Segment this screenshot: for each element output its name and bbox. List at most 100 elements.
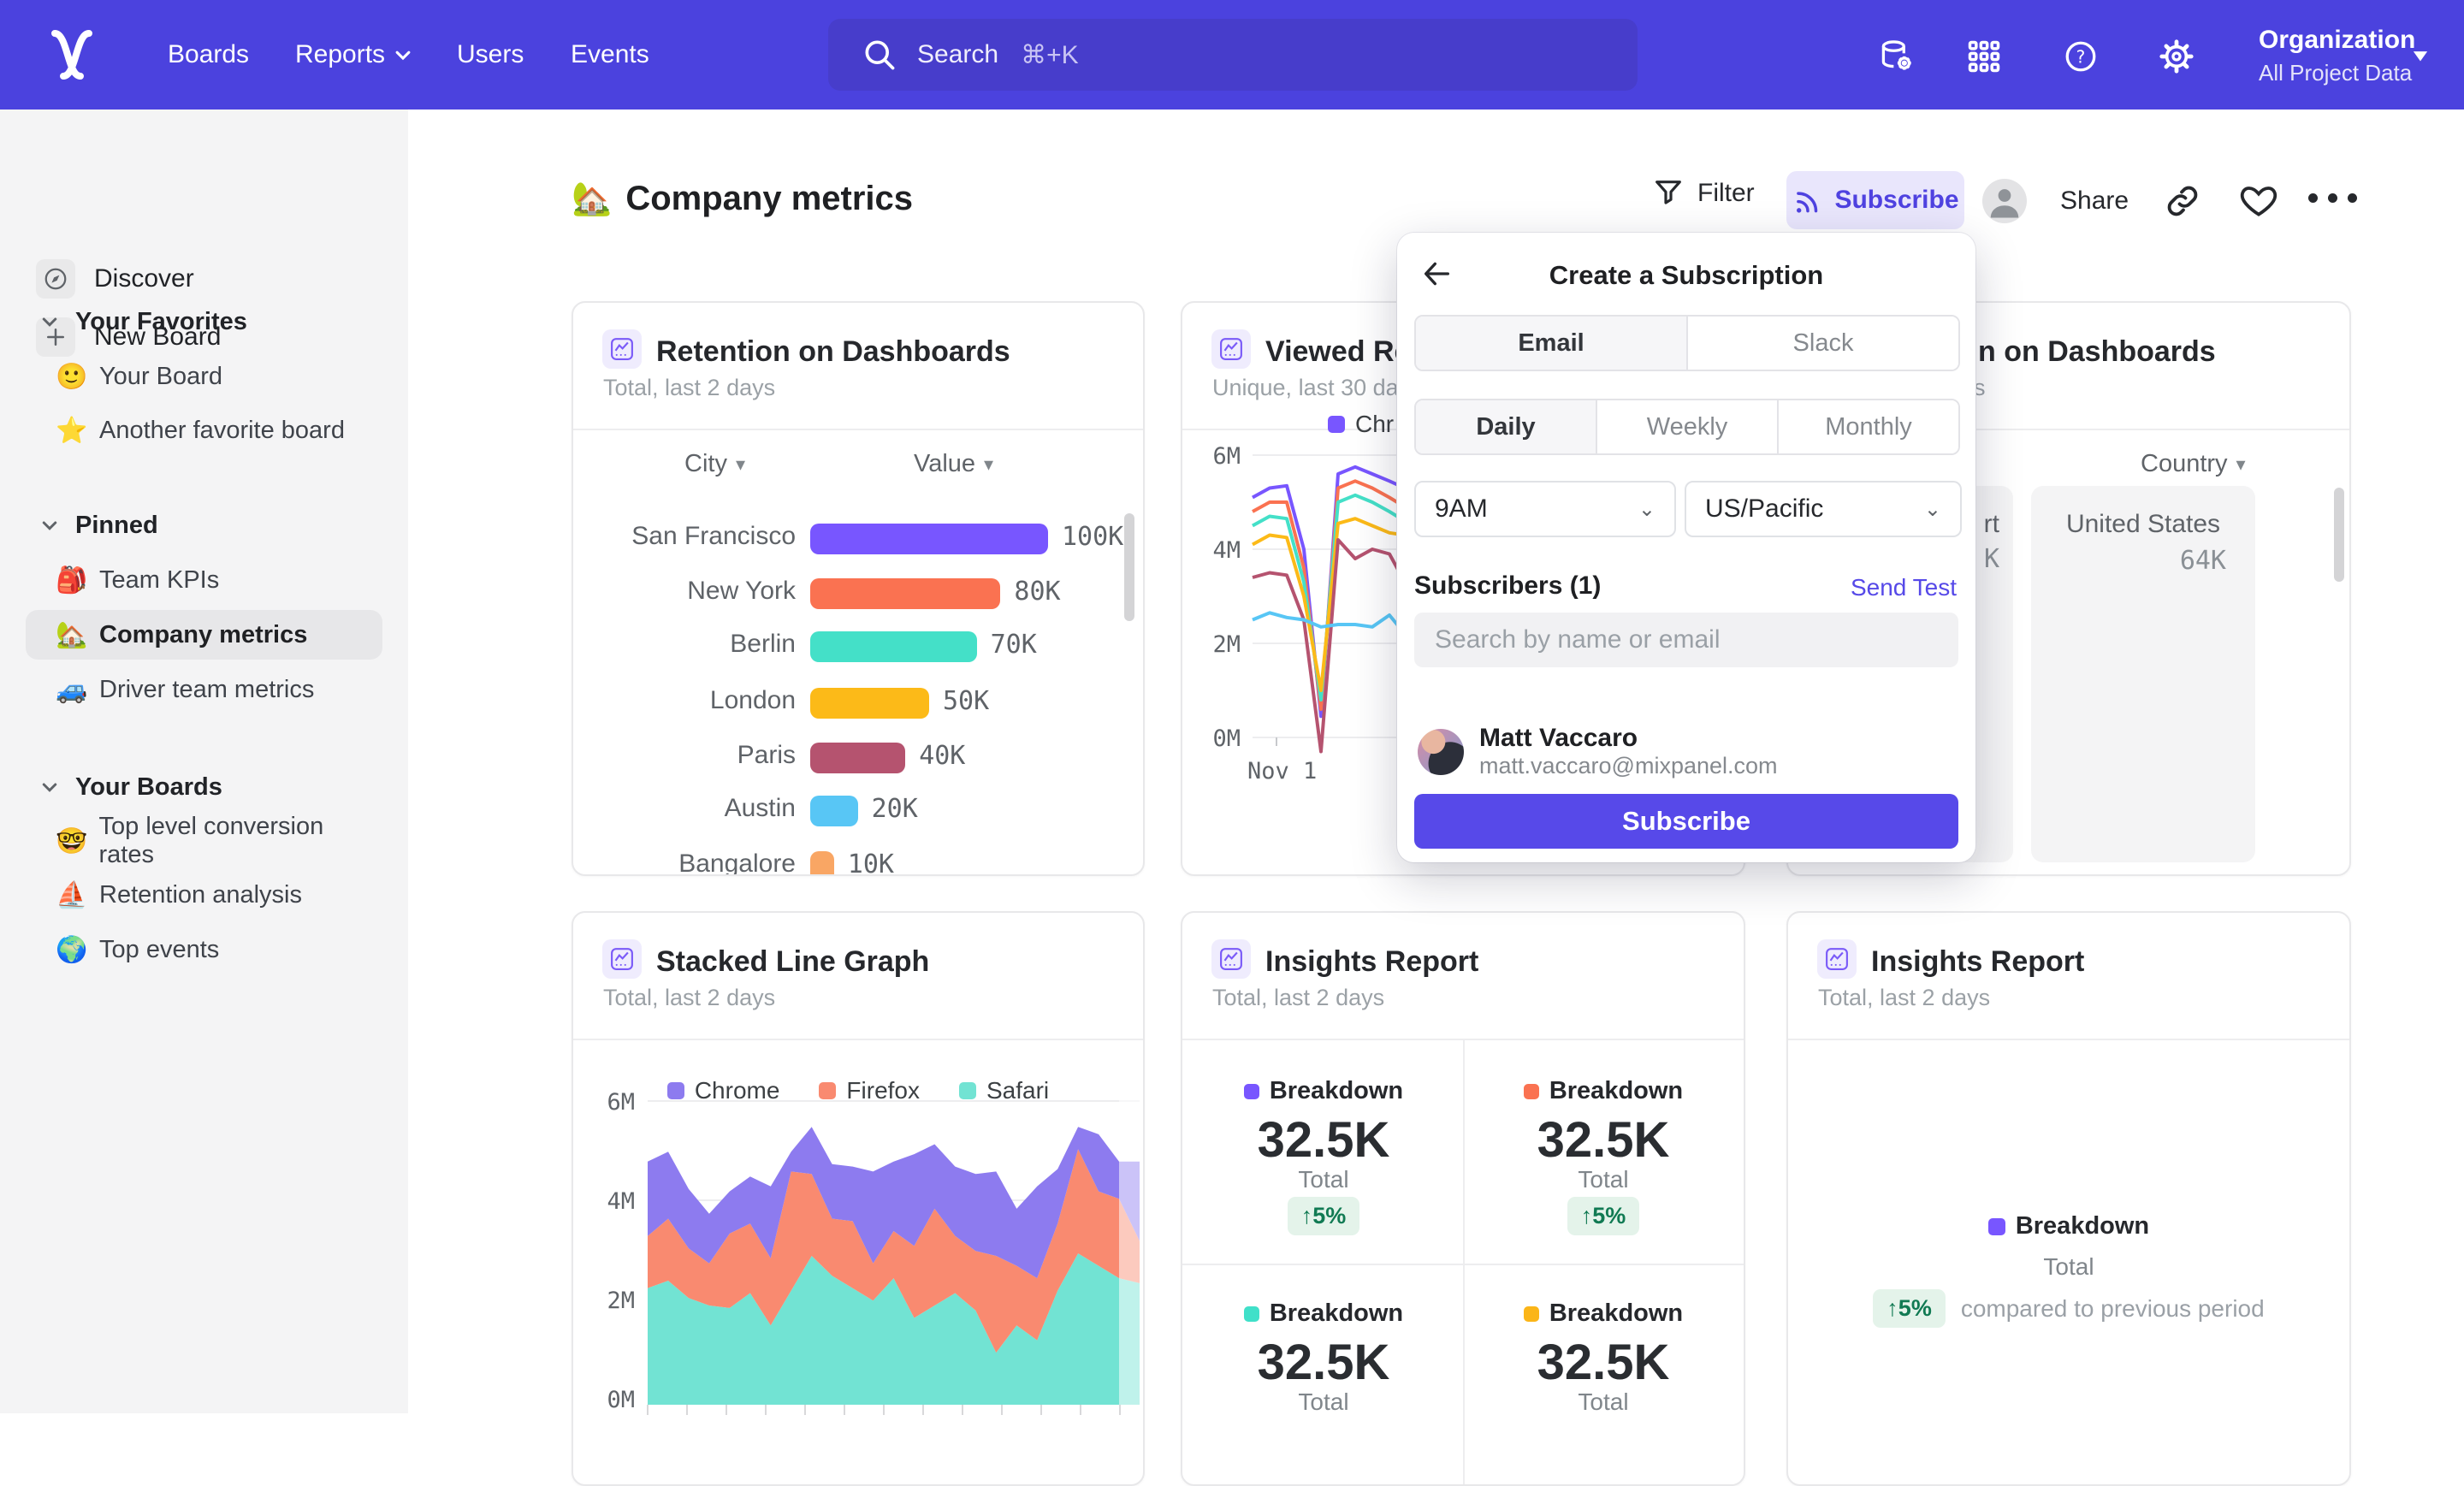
card-title: Retention on Dashboards (656, 335, 1010, 369)
settings-gear-icon[interactable] (2158, 38, 2195, 75)
favorite-heart-icon[interactable] (2238, 180, 2279, 225)
metric-value: 32.5K (1475, 1334, 1732, 1391)
bar (810, 688, 929, 719)
filter-button[interactable]: Filter (1651, 176, 1755, 210)
data-management-icon[interactable] (1878, 38, 1916, 75)
metric-legend: Breakdown (1475, 1300, 1732, 1328)
sidebar-section-your-boards[interactable]: Your Boards (39, 768, 222, 806)
bar-row-value: 10K (848, 850, 894, 876)
sidebar-item-another-favorite-board[interactable]: ⭐Another favorite board (26, 406, 382, 455)
x-axis-tick: Nov 1 (1247, 758, 1317, 784)
frequency-tabs: Daily Weekly Monthly (1414, 399, 1960, 455)
metric-legend: Breakdown (1195, 1077, 1452, 1105)
tab-email[interactable]: Email (1416, 317, 1686, 370)
filter-icon (1651, 176, 1685, 210)
share-button[interactable]: Share (2060, 186, 2129, 216)
card-stacked-line-graph: Stacked Line Graph Total, last 2 days Ch… (572, 911, 1145, 1486)
card-subtitle: Total, last 2 days (1212, 985, 1384, 1011)
org-switcher[interactable]: Organization All Project Data (2259, 26, 2415, 86)
sidebar-discover[interactable]: Discover (36, 253, 378, 305)
card-title: n on Dashboards (1978, 335, 2216, 369)
card-retention-dashboards: Retention on Dashboards Total, last 2 da… (572, 301, 1145, 876)
section-title: Your Favorites (75, 308, 247, 336)
mixpanel-logo[interactable] (46, 29, 98, 80)
board-emoji: 🏡 (53, 620, 91, 650)
tab-weekly[interactable]: Weekly (1596, 400, 1777, 453)
column-sort-city[interactable]: City▾ (684, 450, 745, 478)
tab-slack[interactable]: Slack (1686, 317, 1958, 370)
subscriber-email: matt.vaccaro@mixpanel.com (1479, 753, 1778, 779)
help-icon[interactable]: ? (2062, 38, 2100, 75)
column-sort-value[interactable]: Value▾ (914, 450, 993, 478)
rss-icon (1792, 184, 1824, 216)
sidebar-item-company-metrics[interactable]: 🏡 Company metrics (26, 610, 382, 660)
bar-row-value: 20K (872, 794, 918, 824)
search-shortcut: ⌘+K (1021, 40, 1079, 70)
nav-item-users[interactable]: Users (457, 0, 524, 110)
metric-unit: Total (1475, 1166, 1732, 1193)
card-subtitle: Total, last 2 days (603, 375, 775, 401)
card-subtitle: Total, last 2 days (1818, 985, 1990, 1011)
sidebar-item-retention-analysis[interactable]: ⛵Retention analysis (26, 870, 382, 920)
bar-row-city: Bangalore (590, 850, 796, 876)
org-caret-icon (2409, 44, 2431, 71)
search-input[interactable]: Search ⌘+K (828, 19, 1638, 91)
bar-row-value: 70K (991, 630, 1037, 660)
modal-subscribe-button[interactable]: Subscribe (1414, 794, 1958, 849)
column-sort-country[interactable]: Country▾ (2141, 450, 2246, 478)
subscribers-label: Subscribers (1) (1414, 571, 1601, 601)
tile-united-states[interactable]: United States 64K (2031, 486, 2255, 862)
tab-monthly[interactable]: Monthly (1777, 400, 1958, 453)
section-title: Pinned (75, 512, 158, 540)
card-insights-single: Insights Report Total, last 2 days Break… (1786, 911, 2351, 1486)
board-emoji: 🙂 (53, 362, 91, 392)
sidebar-section-your-favorites[interactable]: Your Favorites (39, 303, 247, 340)
subscriber-search-input[interactable] (1414, 613, 1958, 667)
apps-grid-icon[interactable] (1965, 38, 2003, 75)
board-emoji: 🌍 (53, 935, 91, 965)
delta-note: compared to previous period (1961, 1295, 2265, 1323)
scrollbar[interactable] (2334, 488, 2344, 582)
sidebar-item-label: Company metrics (99, 621, 307, 649)
sidebar-item-team-kpis[interactable]: 🎒Team KPIs (26, 555, 382, 605)
chevron-down-icon (394, 45, 412, 64)
metric-label: Breakdown (1549, 1077, 1683, 1105)
metric-delta-row: ↑5% compared to previous period (1788, 1289, 2349, 1328)
more-options-icon[interactable] (2308, 193, 2357, 203)
create-subscription-modal: Create a Subscription Email Slack Daily … (1397, 233, 1975, 862)
card-subtitle: s (1974, 375, 1986, 401)
nav-item-reports[interactable]: Reports (295, 0, 412, 110)
tab-daily[interactable]: Daily (1416, 400, 1596, 453)
stacked-area-chart (573, 913, 1143, 1484)
legend-swatch (1524, 1084, 1539, 1099)
sidebar-item-label: Your Board (99, 363, 222, 391)
subscribe-button[interactable]: Subscribe (1786, 171, 1964, 229)
metric-legend: Breakdown (1475, 1077, 1732, 1105)
copy-link-icon[interactable] (2163, 181, 2202, 225)
metric-label: Breakdown (1270, 1077, 1403, 1105)
sidebar-item-label: Another favorite board (99, 417, 345, 445)
bar (810, 631, 977, 662)
scrollbar[interactable] (1124, 513, 1134, 621)
sidebar-item-label: Retention analysis (99, 881, 302, 909)
send-test-link[interactable]: Send Test (1851, 574, 1957, 601)
timezone-select[interactable]: US/Pacific⌄ (1685, 481, 1962, 537)
page-title: Company metrics (625, 180, 913, 218)
sidebar-section-pinned[interactable]: Pinned (39, 506, 158, 544)
legend-swatch (1244, 1306, 1259, 1322)
avatar[interactable] (1982, 179, 2027, 223)
time-select[interactable]: 9AM⌄ (1414, 481, 1676, 537)
sidebar-item-top-events[interactable]: 🌍 Top events (26, 925, 382, 974)
compass-icon (36, 259, 75, 299)
sidebar-item-top-level-conversion-rates[interactable]: 🤓Top level conversion rates (26, 816, 382, 866)
channel-tabs: Email Slack (1414, 315, 1960, 371)
nav-item-boards[interactable]: Boards (168, 0, 249, 110)
search-placeholder: Search (917, 40, 998, 69)
nav-item-events[interactable]: Events (571, 0, 649, 110)
sidebar-item-label: Top events (99, 936, 219, 964)
section-title: Your Boards (75, 773, 222, 802)
bar-row-city: London (590, 686, 796, 715)
sidebar-item-your-board[interactable]: 🙂 Your Board (26, 352, 382, 401)
search-icon (861, 36, 898, 78)
sidebar-item-driver-team-metrics[interactable]: 🚙Driver team metrics (26, 665, 382, 714)
